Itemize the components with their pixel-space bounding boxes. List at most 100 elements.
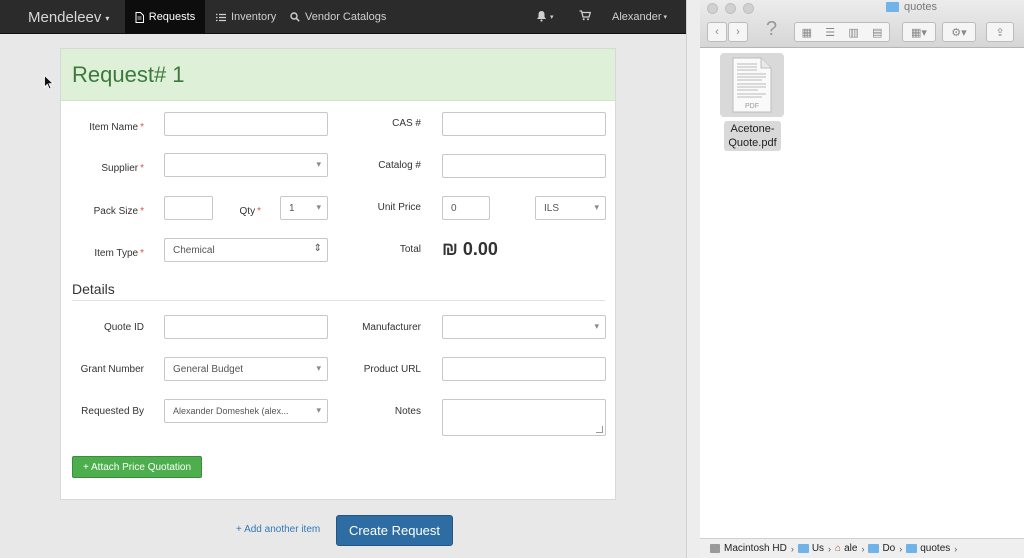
caret-down-icon: ▾ — [105, 13, 110, 23]
user-name: Alexander — [612, 11, 662, 23]
tab-inventory[interactable]: Inventory — [216, 0, 276, 34]
brand-label: Mendeleev — [28, 9, 102, 26]
cart-icon — [579, 10, 592, 24]
catalog-label: Catalog # — [378, 160, 421, 171]
item-type-label: Item Type * — [94, 248, 144, 259]
list-icon — [216, 13, 226, 22]
view-mode-group[interactable]: ▦ ☰ ▥ ▤ — [794, 22, 890, 42]
path-item-users[interactable]: Us — [797, 543, 824, 554]
path-item-quotes[interactable]: quotes — [906, 543, 950, 554]
grid-icon: ▦▾ — [911, 26, 927, 39]
share-button[interactable]: ⇪ — [986, 22, 1014, 42]
zoom-window-button[interactable] — [743, 3, 754, 14]
notifications-dropdown[interactable]: ▾ — [536, 0, 554, 34]
file-name-label[interactable]: Acetone- Quote.pdf — [724, 121, 781, 151]
cas-input[interactable] — [442, 112, 606, 136]
catalog-input[interactable] — [442, 154, 606, 178]
folder-icon — [886, 2, 899, 12]
tab-vendor-catalogs[interactable]: Vendor Catalogs — [290, 0, 386, 34]
user-menu[interactable]: Alexander ▾ — [612, 0, 667, 34]
file-item[interactable]: PDF — [720, 53, 784, 117]
folder-icon — [868, 544, 880, 553]
forward-button[interactable]: › — [728, 22, 748, 42]
total-value: ₪ 0.00 — [442, 239, 498, 259]
add-another-item-link[interactable]: + Add another item — [236, 524, 320, 535]
request-form-card: Request# 1 Item Name* CAS # Supplier* Ca… — [60, 48, 616, 500]
notes-textarea[interactable] — [442, 399, 606, 436]
bell-icon — [536, 10, 547, 25]
window-divider — [686, 0, 700, 558]
gear-icon: ⚙▾ — [951, 26, 967, 39]
supplier-select[interactable] — [164, 153, 328, 177]
total-label: Total — [399, 244, 421, 255]
close-window-button[interactable] — [707, 3, 718, 14]
finder-window: quotes ‹ › ? ▦ ☰ ▥ ▤ ▦▾ ⚙▾ ⇪ PDF Acetone… — [700, 0, 1024, 558]
pack-size-label: Pack Size * — [93, 206, 144, 217]
item-name-input[interactable] — [164, 112, 328, 136]
grant-number-select[interactable]: General Budget — [164, 357, 328, 381]
unit-price-input[interactable]: 0 — [442, 196, 490, 220]
caret-down-icon: ▾ — [550, 14, 554, 21]
chevron-right-icon: › — [790, 543, 794, 554]
share-icon: ⇪ — [995, 26, 1005, 39]
chevron-right-icon: › — [828, 543, 832, 554]
path-item-macintosh-hd[interactable]: Macintosh HD — [710, 543, 787, 554]
path-item-home[interactable]: ⌂ ale — [835, 543, 857, 554]
mouse-cursor-icon — [44, 74, 54, 93]
file-icon — [135, 11, 144, 23]
tab-vendor-catalogs-label: Vendor Catalogs — [305, 11, 387, 23]
navbar: Mendeleev ▾ Requests Inventory Vendor Cat… — [0, 0, 686, 34]
unit-price-label: Unit Price — [377, 202, 421, 213]
attach-price-quotation-button[interactable]: + Attach Price Quotation — [72, 456, 202, 478]
icon-view-icon[interactable]: ▦ — [802, 26, 812, 39]
mendeleev-app: Mendeleev ▾ Requests Inventory Vendor Cat… — [0, 0, 686, 558]
hard-drive-icon — [710, 544, 720, 553]
finder-title-label: quotes — [904, 1, 938, 13]
finder-toolbar: quotes ‹ › ? ▦ ☰ ▥ ▤ ▦▾ ⚙▾ ⇪ — [700, 0, 1024, 48]
folder-icon — [797, 544, 809, 553]
cover-flow-icon[interactable]: ▤ — [872, 26, 882, 39]
item-type-select[interactable]: Chemical — [164, 238, 328, 262]
brand-dropdown[interactable]: Mendeleev ▾ — [28, 9, 109, 26]
chevron-right-icon: › — [736, 26, 740, 38]
qty-label: Qty * — [239, 206, 261, 217]
grant-number-label: Grant Number — [80, 364, 144, 375]
manufacturer-label: Manufacturer — [362, 322, 421, 333]
chevron-right-icon: › — [954, 543, 958, 554]
quote-id-label: Quote ID — [103, 322, 144, 333]
product-url-label: Product URL — [363, 364, 421, 375]
path-item-documents[interactable]: Do — [868, 543, 895, 554]
back-button[interactable]: ‹ — [707, 22, 727, 42]
chevron-left-icon: ‹ — [715, 26, 719, 38]
tab-inventory-label: Inventory — [231, 11, 277, 23]
product-url-input[interactable] — [442, 357, 606, 381]
pdf-document-icon: PDF — [732, 57, 772, 113]
currency-select[interactable]: ILS — [535, 196, 606, 220]
action-button[interactable]: ⚙▾ — [942, 22, 976, 42]
cart-button[interactable] — [579, 0, 592, 34]
page-title: Request# 1 — [72, 62, 185, 87]
file-name-line1: Acetone- — [730, 123, 775, 135]
supplier-label: Supplier * — [101, 163, 144, 174]
qty-select[interactable]: 1 — [280, 196, 328, 220]
manufacturer-select[interactable] — [442, 315, 606, 339]
chevron-right-icon: › — [861, 543, 865, 554]
details-heading: Details — [72, 281, 115, 297]
tab-requests[interactable]: Requests — [125, 0, 205, 34]
minimize-window-button[interactable] — [725, 3, 736, 14]
quote-id-input[interactable] — [164, 315, 328, 339]
pack-size-input[interactable] — [164, 196, 213, 220]
create-request-button[interactable]: Create Request — [336, 515, 453, 546]
details-divider — [72, 300, 605, 301]
cas-label: CAS # — [392, 118, 421, 129]
caret-down-icon: ▾ — [663, 14, 668, 21]
pdf-badge: PDF — [745, 103, 759, 110]
column-view-icon[interactable]: ▥ — [848, 26, 858, 39]
requested-by-select[interactable]: Alexander Domeshek (alex... — [164, 399, 328, 423]
search-icon — [290, 12, 300, 22]
notes-label: Notes — [394, 406, 421, 417]
list-view-icon[interactable]: ☰ — [825, 26, 835, 39]
folder-icon — [906, 544, 918, 553]
arrange-button[interactable]: ▦▾ — [902, 22, 936, 42]
help-icon[interactable]: ? — [766, 18, 777, 41]
